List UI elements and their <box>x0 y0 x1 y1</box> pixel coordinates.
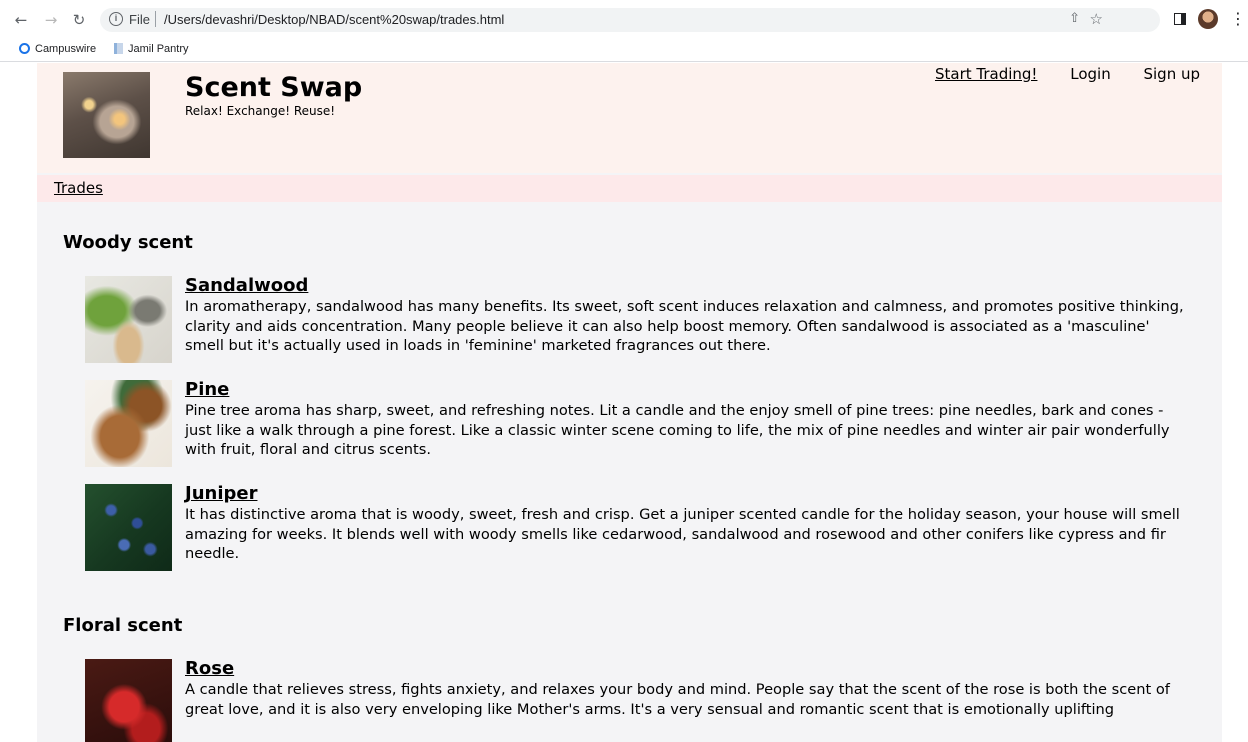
list-item: Juniper It has distinctive aroma that is… <box>85 483 1195 572</box>
back-icon[interactable]: ← <box>12 11 30 29</box>
share-icon[interactable]: ⇧ <box>1069 11 1080 26</box>
trades-link[interactable]: Trades <box>54 179 103 197</box>
pine-cone-image <box>85 380 172 467</box>
category-title: Woody scent <box>63 232 193 253</box>
scheme-label: File <box>129 12 150 27</box>
profile-avatar[interactable] <box>1198 9 1218 29</box>
item-description: A candle that relieves stress, fights an… <box>185 681 1170 718</box>
bookmark-campuswire[interactable]: Campuswire <box>19 43 96 55</box>
url-text[interactable]: /Users/devashri/Desktop/NBAD/scent%20swa… <box>164 12 504 27</box>
item-name-link[interactable]: Sandalwood <box>185 275 308 296</box>
top-nav: Start Trading! Login Sign up <box>907 65 1200 83</box>
sandalwood-image <box>85 276 172 363</box>
bookmark-jamil-pantry[interactable]: Jamil Pantry <box>114 43 189 55</box>
signup-link[interactable]: Sign up <box>1143 65 1200 83</box>
login-link[interactable]: Login <box>1070 65 1110 83</box>
side-panel-icon[interactable] <box>1174 13 1186 25</box>
candle-logo-image <box>63 72 150 158</box>
page-content: Scent Swap Relax! Exchange! Reuse! Start… <box>37 63 1222 742</box>
site-tagline: Relax! Exchange! Reuse! <box>185 104 336 118</box>
info-icon[interactable]: i <box>109 12 123 26</box>
bookmark-label: Jamil Pantry <box>128 43 189 55</box>
list-item: Rose A candle that relieves stress, figh… <box>85 658 1195 742</box>
browser-toolbar: ← → ↻ i File /Users/devashri/Desktop/NBA… <box>0 0 1248 40</box>
sub-nav: Trades <box>37 175 1222 202</box>
bookmark-label: Campuswire <box>35 43 97 55</box>
juniper-berries-image <box>85 484 172 571</box>
list-item: Sandalwood In aromatherapy, sandalwood h… <box>85 275 1195 364</box>
item-description: It has distinctive aroma that is woody, … <box>185 506 1180 562</box>
item-name-link[interactable]: Rose <box>185 658 234 679</box>
item-name-link[interactable]: Pine <box>185 379 229 400</box>
bookmarks-bar: Campuswire Jamil Pantry <box>0 40 1248 62</box>
start-trading-link[interactable]: Start Trading! <box>935 65 1037 83</box>
list-item: Pine Pine tree aroma has sharp, sweet, a… <box>85 379 1195 468</box>
address-bar[interactable]: i File /Users/devashri/Desktop/NBAD/scen… <box>100 8 1160 32</box>
item-name-link[interactable]: Juniper <box>185 483 257 504</box>
menu-kebab-icon[interactable]: ⋮ <box>1230 10 1246 28</box>
rose-image <box>85 659 172 742</box>
item-description: Pine tree aroma has sharp, sweet, and re… <box>185 402 1170 458</box>
forward-icon[interactable]: → <box>42 11 60 29</box>
bookmark-star-icon[interactable]: ☆ <box>1090 10 1103 28</box>
item-description: In aromatherapy, sandalwood has many ben… <box>185 298 1184 354</box>
site-header: Scent Swap Relax! Exchange! Reuse! Start… <box>37 63 1222 173</box>
page-icon <box>114 43 123 54</box>
campuswire-icon <box>19 43 30 54</box>
site-title: Scent Swap <box>185 72 363 103</box>
category-title: Floral scent <box>63 615 183 636</box>
reload-icon[interactable]: ↻ <box>70 11 88 29</box>
divider <box>155 11 156 27</box>
